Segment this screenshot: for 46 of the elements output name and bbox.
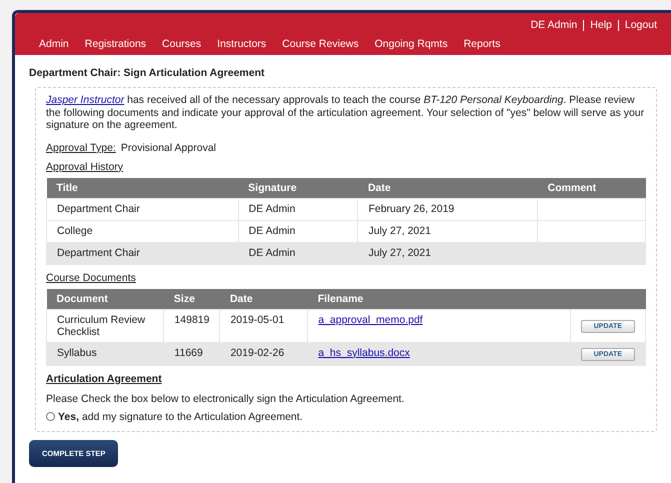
table-cell: College	[46, 220, 238, 242]
approval-type-label: Approval Type:	[46, 142, 116, 154]
column-header: Date	[358, 178, 538, 198]
option-label[interactable]: Yes, add my signature to the Articulation Agreement.	[58, 410, 303, 423]
table-cell: 2019-02-26	[220, 342, 308, 366]
table-cell: DE Admin	[238, 242, 358, 264]
table-cell: February 26, 2019	[358, 198, 538, 220]
table-cell: Department Chair	[46, 242, 238, 264]
column-header: Date	[220, 288, 308, 310]
section-heading: Approval History	[46, 160, 124, 173]
user-link[interactable]: Help	[590, 19, 612, 31]
table-cell: DE Admin	[238, 198, 358, 220]
intro-text: Jasper Instructor has received all of the necessary approvals to teach the course BT-120 Personal Keyboarding. Please review the following documents and indicate your approval of the articulation agreement. Your selection of "yes" below will serve as your signature on the agreement.	[46, 94, 646, 132]
column-header: Size	[164, 288, 220, 310]
nav-item[interactable]: Instructors	[217, 38, 266, 50]
column-header: Title	[46, 178, 238, 198]
table-cell: Curriculum Review Checklist	[46, 309, 164, 342]
column-header: Signature	[238, 178, 358, 198]
instructor-link[interactable]: Jasper Instructor	[46, 94, 124, 106]
nav-item[interactable]: Registrations	[84, 38, 146, 50]
radio-button[interactable]	[46, 412, 55, 422]
nav-item[interactable]: Reports	[464, 38, 500, 50]
table-cell: 149819	[164, 309, 220, 342]
approval-type-value: Provisional Approval	[120, 142, 216, 154]
instruction-text: Please Check the box below to electronically sign the Articulation Agreement.	[46, 392, 406, 405]
table-cell: DE Admin	[238, 220, 358, 242]
nav-item[interactable]: Admin	[39, 38, 69, 50]
nav-item[interactable]: Courses	[162, 38, 202, 50]
table-cell: July 27, 2021	[358, 220, 538, 242]
page-title: Department Chair: Sign Articulation Agreement	[29, 67, 266, 79]
user-link[interactable]: Logout	[624, 19, 657, 31]
column-header: Document	[46, 288, 164, 310]
section-heading: Articulation Agreement	[46, 372, 162, 385]
table-cell: 2019-05-01	[220, 309, 308, 342]
column-header: Comment	[538, 178, 646, 198]
section-heading: Course Documents	[46, 272, 136, 284]
user-link[interactable]: DE Admin	[530, 19, 578, 31]
nav-item[interactable]: Ongoing Rqmts	[374, 38, 448, 50]
column-header: Filename	[308, 288, 570, 310]
nav-item[interactable]: Course Reviews	[282, 38, 359, 50]
table-cell: Syllabus	[46, 342, 164, 366]
table-cell: July 27, 2021	[358, 242, 538, 264]
file-link[interactable]: a_hs_syllabus.docx	[318, 346, 410, 359]
table-cell: Department Chair	[46, 198, 238, 220]
file-link[interactable]: a_approval_memo.pdf	[318, 314, 423, 326]
table-cell: 11669	[164, 342, 220, 366]
